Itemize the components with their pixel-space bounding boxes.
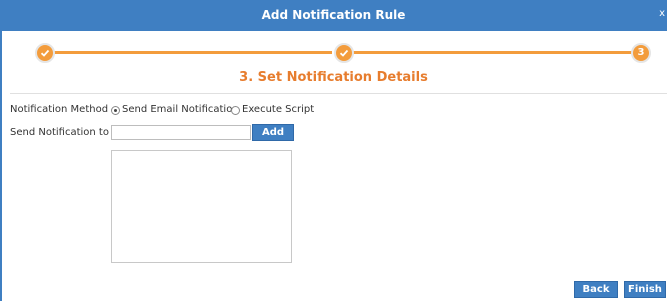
step-connector-1 [52,51,332,54]
email-radio[interactable] [111,106,120,115]
send-to-label: Send Notification to [10,127,109,138]
script-radio-label[interactable]: Execute Script [242,104,314,115]
back-button[interactable]: Back [574,281,618,298]
script-radio[interactable] [231,106,240,115]
dialog-titlebar: Add Notification Rule x [0,0,667,31]
check-icon [339,49,349,57]
dialog-title: Add Notification Rule [261,8,406,22]
add-button[interactable]: Add [252,124,294,141]
close-icon[interactable]: x [659,8,665,19]
section-heading: 3. Set Notification Details [239,70,428,85]
email-radio-label[interactable]: Send Email Notification [122,104,239,115]
send-to-input[interactable] [111,125,251,140]
step-2-complete [334,43,354,63]
step-3-number: 3 [637,47,645,58]
recipients-list[interactable] [111,150,292,263]
step-connector-2 [352,51,632,54]
step-3-current: 3 [631,43,651,63]
step-1-complete [35,43,55,63]
divider [10,93,667,94]
check-icon [40,49,50,57]
notification-method-label: Notification Method [10,104,109,115]
finish-button[interactable]: Finish [624,281,666,298]
